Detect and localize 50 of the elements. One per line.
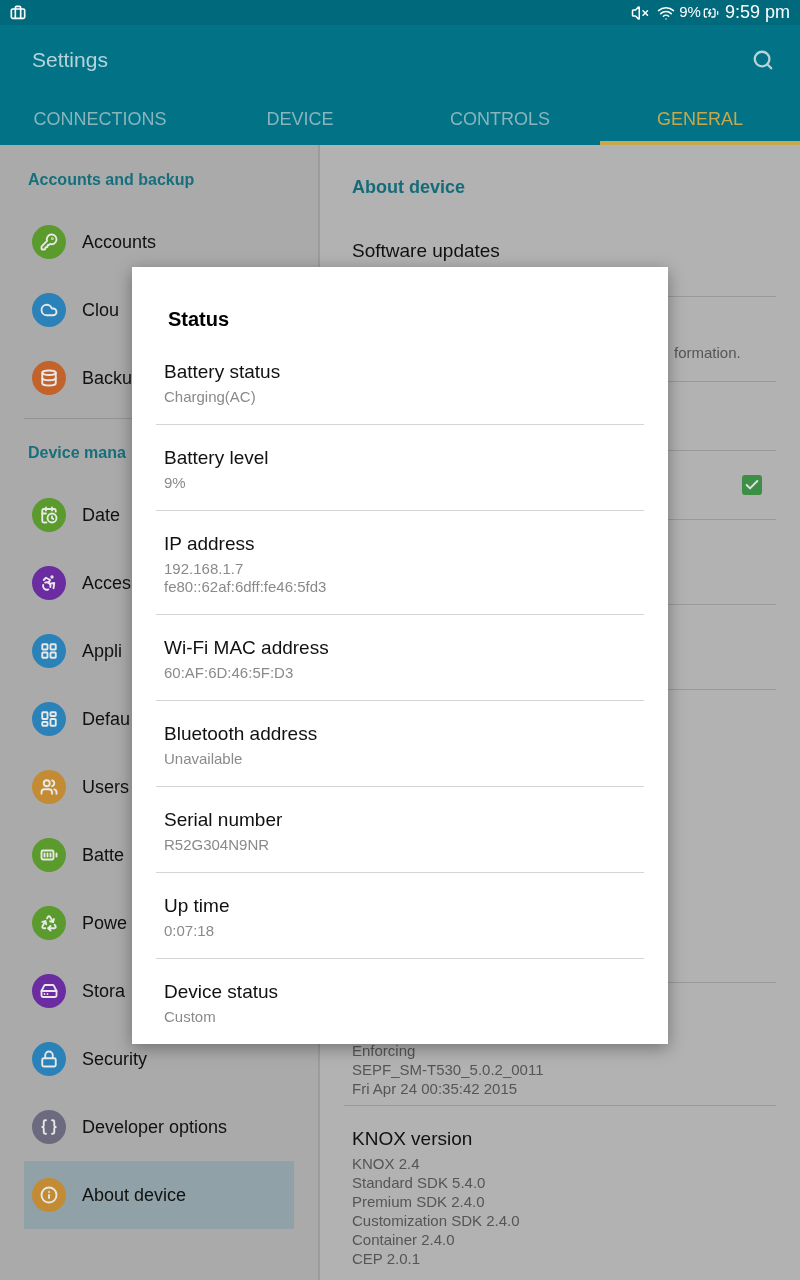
detail-line: Fri Apr 24 00:35:42 2015 xyxy=(352,1079,519,1098)
battery-percent: 9% xyxy=(679,2,701,23)
status-value: Unavailable xyxy=(164,750,244,768)
item-label: Developer options xyxy=(82,1115,228,1139)
status-label: Battery level xyxy=(164,447,270,469)
status-label: Battery status xyxy=(164,361,282,383)
detail-line: Enforcing xyxy=(352,1041,417,1060)
status-value: Custom xyxy=(164,1008,217,1026)
item-label: Powe xyxy=(82,911,128,935)
item-label: Clou xyxy=(82,298,120,322)
item-label: Backu xyxy=(82,366,133,390)
item-label: Acces xyxy=(82,571,132,595)
row-description: formation. xyxy=(674,344,741,362)
item-label: Accounts xyxy=(82,230,157,254)
section-heading: Device mana xyxy=(27,443,126,463)
status-label: Bluetooth address xyxy=(164,723,319,745)
item-label: Batte xyxy=(82,843,125,867)
row-title: KNOX version xyxy=(352,1128,474,1150)
status-label: Up time xyxy=(164,895,231,917)
item-label: Defau xyxy=(82,707,131,731)
status-value: 192.168.1.7 xyxy=(164,560,245,578)
detail-line: Standard SDK 5.4.0 xyxy=(352,1173,487,1192)
detail-line: Premium SDK 2.4.0 xyxy=(352,1192,486,1211)
content-heading: About device xyxy=(351,177,467,197)
status-value: 9% xyxy=(164,474,187,492)
detail-line: SEPF_SM-T530_5.0.2_0011 xyxy=(352,1060,545,1079)
status-label: IP address xyxy=(164,533,256,555)
item-label: Security xyxy=(82,1047,148,1071)
clock: 9:59 pm xyxy=(724,1,790,24)
status-value: fe80::62af:6dff:fe46:5fd3 xyxy=(164,578,328,596)
app-title: Settings xyxy=(32,47,109,74)
status-value: Charging(AC) xyxy=(164,388,257,406)
detail-line: CEP 2.0.1 xyxy=(352,1249,422,1268)
status-value: 60:AF:6D:46:5F:D3 xyxy=(164,664,295,682)
status-label: Serial number xyxy=(164,809,284,831)
item-label: Stora xyxy=(82,979,126,1003)
status-value: R52G304N9NR xyxy=(164,836,271,854)
dialog-title: Status xyxy=(167,307,231,331)
item-label: Users xyxy=(82,775,129,799)
item-label: About device xyxy=(82,1183,187,1207)
detail-line: Customization SDK 2.4.0 xyxy=(352,1211,521,1230)
status-label: Wi-Fi MAC address xyxy=(164,637,330,659)
detail-line: KNOX 2.4 xyxy=(352,1154,421,1173)
status-value: 0:07:18 xyxy=(164,922,216,940)
section-heading: Accounts and backup xyxy=(27,170,195,190)
row-title: Software updates xyxy=(352,240,500,262)
item-label: Date xyxy=(82,503,121,527)
status-label: Device status xyxy=(164,981,280,1003)
item-label: Appli xyxy=(82,639,123,663)
detail-line: Container 2.4.0 xyxy=(352,1230,456,1249)
